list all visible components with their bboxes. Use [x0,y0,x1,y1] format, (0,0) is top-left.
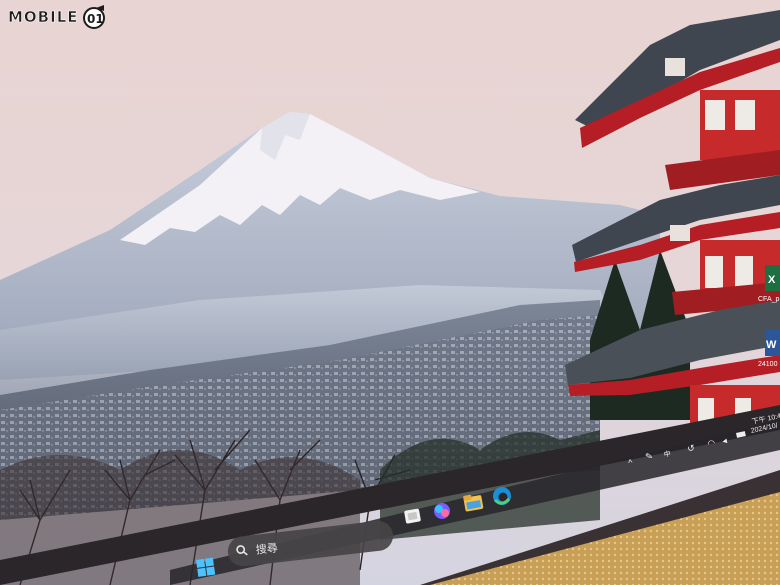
search-placeholder: 搜尋 [255,542,279,557]
svg-text:01: 01 [87,12,104,26]
excel-file-label[interactable]: CFA_p [758,296,779,303]
edge-icon[interactable] [493,487,511,505]
mobile01-logo-icon: 01 [82,5,105,29]
word-file-label[interactable]: 24100 [758,361,777,368]
desktop-icon-excel[interactable]: X [765,265,780,291]
watermark: MOBILE 01 [8,5,108,29]
task-view-icon[interactable] [404,508,421,524]
svg-text:W: W [766,339,777,351]
watermark-text: MOBILE [8,8,79,27]
svg-text:X: X [768,274,776,286]
search-icon [235,543,249,559]
wallpaper-scene: X W ^ ✎ ↺ ◠ ◂ [0,0,780,585]
copilot-icon[interactable] [434,503,450,519]
desktop-icon-word[interactable]: W [765,330,780,356]
